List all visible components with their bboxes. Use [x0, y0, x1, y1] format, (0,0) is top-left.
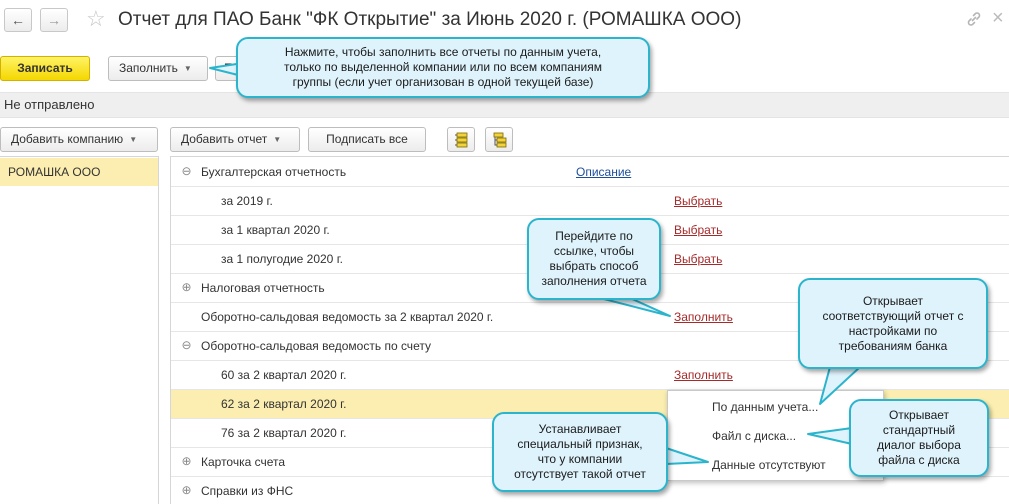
callout-from-disk: Открывает стандартный диалог выбора файл… — [849, 399, 989, 477]
callout-by-accounting: Открывает соответствующий отчет с настро… — [798, 278, 988, 369]
callout-no-data: Устанавливает специальный признак, что у… — [492, 412, 668, 492]
callout-fill-button: Нажмите, чтобы заполнить все отчеты по д… — [236, 37, 650, 98]
callout-fill-link: Перейдите по ссылке, чтобы выбрать спосо… — [527, 218, 661, 300]
